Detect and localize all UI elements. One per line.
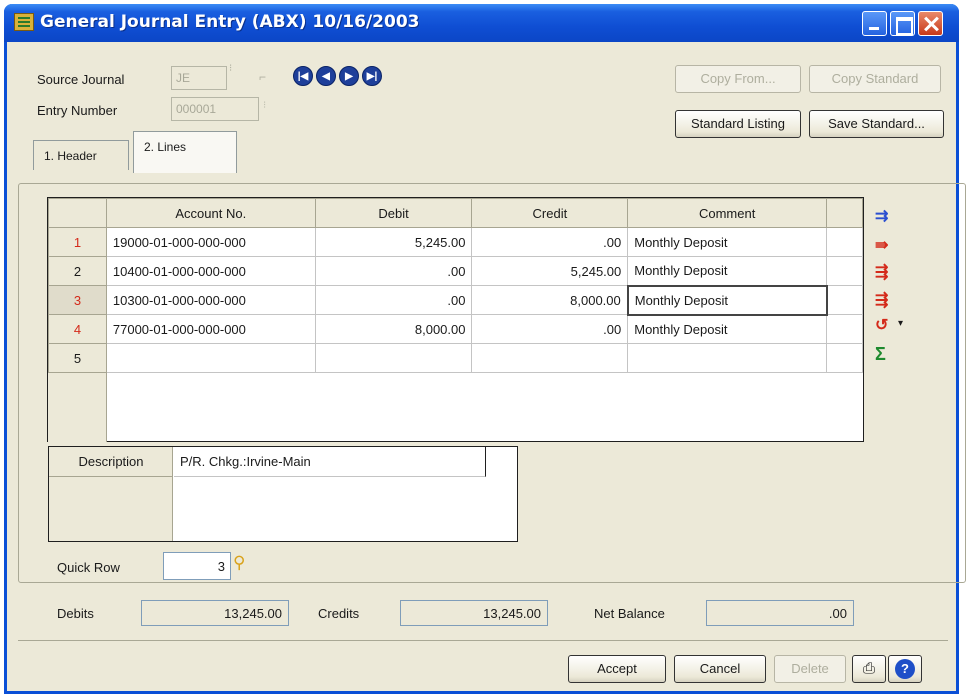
cancel-button[interactable]: Cancel — [674, 655, 766, 683]
journal-lines-grid[interactable]: Account No. Debit Credit Comment 1 19000… — [47, 197, 864, 442]
account-cell[interactable] — [105, 343, 316, 373]
net-balance-total: .00 — [706, 600, 854, 626]
next-record-icon[interactable]: ▶ — [339, 66, 359, 86]
table-row[interactable]: 2 10400-01-000-000-000 .00 5,245.00 Mont… — [48, 256, 863, 286]
lines-table: Account No. Debit Credit Comment 1 19000… — [48, 198, 863, 373]
last-record-icon[interactable]: ▶| — [362, 66, 382, 86]
debit-cell[interactable]: .00 — [314, 256, 473, 286]
delete-row-icon[interactable]: ⇶ — [875, 262, 897, 282]
row-number[interactable]: 3 — [48, 285, 107, 315]
debits-total: 13,245.00 — [141, 600, 289, 626]
table-row[interactable]: 5 — [48, 343, 863, 373]
first-record-icon[interactable]: |◀ — [293, 66, 313, 86]
spacer-cell — [826, 256, 863, 286]
journal-register-icon: ⌐ — [259, 70, 267, 84]
credits-label: Credits — [318, 606, 360, 621]
debits-label: Debits — [57, 606, 94, 621]
account-cell[interactable]: 10400-01-000-000-000 — [105, 256, 316, 286]
entry-number-field: 000001 — [171, 97, 259, 121]
table-row[interactable]: 4 77000-01-000-000-000 8,000.00 .00 Mont… — [48, 314, 863, 344]
window-title: General Journal Entry (ABX) 10/16/2003 — [40, 12, 420, 32]
copy-row-icon[interactable]: ⇶ — [875, 290, 897, 310]
table-row[interactable]: 3 10300-01-000-000-000 .00 8,000.00 Mont… — [48, 284, 863, 316]
source-journal-field: JE — [171, 66, 227, 90]
source-journal-label: Source Journal — [37, 72, 125, 87]
title-bar[interactable]: General Journal Entry (ABX) 10/16/2003 — [4, 4, 959, 42]
delete-button[interactable]: Delete — [774, 655, 846, 683]
account-cell[interactable]: 10300-01-000-000-000 — [105, 285, 316, 315]
row-header-filler — [48, 373, 107, 442]
tab-lines[interactable]: 2. Lines — [133, 131, 237, 173]
row-number[interactable]: 5 — [48, 343, 107, 373]
column-header-account[interactable]: Account No. — [105, 198, 316, 228]
entry-number-label: Entry Number — [37, 103, 118, 118]
source-journal-lookup-icon: ⁝ — [229, 63, 233, 74]
search-icon[interactable]: ⚲ — [233, 553, 245, 573]
net-balance-label: Net Balance — [594, 606, 665, 621]
accept-button[interactable]: Accept — [568, 655, 666, 683]
credit-cell[interactable]: 8,000.00 — [471, 285, 629, 315]
column-header-debit[interactable]: Debit — [314, 198, 473, 228]
account-cell[interactable]: 77000-01-000-000-000 — [105, 314, 316, 344]
description-value[interactable]: P/R. Chkg.:Irvine-Main — [174, 447, 486, 477]
close-button[interactable] — [918, 11, 943, 36]
debit-cell[interactable]: 5,245.00 — [314, 227, 473, 257]
row-number[interactable]: 4 — [48, 314, 107, 344]
quick-row-label: Quick Row — [57, 560, 120, 575]
row-header-corner — [48, 198, 107, 228]
debit-cell[interactable]: 8,000.00 — [314, 314, 473, 344]
column-header-spacer — [826, 198, 863, 228]
journal-app-icon — [14, 13, 34, 31]
spacer-cell — [826, 343, 863, 373]
insert-row-icon[interactable]: ⇉ — [875, 206, 897, 226]
spacer-cell — [826, 314, 863, 344]
print-icon[interactable]: ⎙ — [852, 655, 886, 683]
undo-dropdown-icon[interactable]: ▾ — [898, 318, 903, 329]
credit-cell[interactable]: 5,245.00 — [471, 256, 629, 286]
sum-icon[interactable]: Σ — [875, 344, 897, 364]
comment-cell[interactable] — [627, 343, 828, 373]
maximize-button[interactable] — [890, 11, 915, 36]
entry-number-lookup-icon: ⁝ — [263, 100, 267, 111]
table-row[interactable]: 1 19000-01-000-000-000 5,245.00 .00 Mont… — [48, 227, 863, 257]
credits-total: 13,245.00 — [400, 600, 548, 626]
append-row-icon[interactable]: ⇛ — [875, 235, 897, 255]
copy-standard-button[interactable]: Copy Standard — [809, 65, 941, 93]
comment-cell[interactable]: Monthly Deposit — [627, 227, 828, 257]
row-number[interactable]: 2 — [48, 256, 107, 286]
account-cell[interactable]: 19000-01-000-000-000 — [105, 227, 316, 257]
comment-cell-active[interactable]: Monthly Deposit — [626, 284, 828, 316]
spacer-cell — [826, 227, 863, 257]
credit-cell[interactable]: .00 — [471, 314, 629, 344]
credit-cell[interactable] — [471, 343, 629, 373]
credit-cell[interactable]: .00 — [471, 227, 629, 257]
description-label: Description — [49, 447, 173, 477]
comment-cell[interactable]: Monthly Deposit — [627, 314, 828, 344]
minimize-button[interactable] — [862, 11, 887, 36]
undo-icon[interactable]: ↺ — [875, 315, 897, 335]
comment-cell[interactable]: Monthly Deposit — [627, 256, 828, 286]
spacer-cell — [826, 285, 863, 315]
description-box: Description P/R. Chkg.:Irvine-Main — [48, 446, 518, 542]
help-icon[interactable]: ? — [888, 655, 922, 683]
column-header-comment[interactable]: Comment — [627, 198, 828, 228]
debit-cell[interactable]: .00 — [314, 285, 473, 315]
quick-row-input[interactable]: 3 — [163, 552, 231, 580]
previous-record-icon[interactable]: ◀ — [316, 66, 336, 86]
save-standard-button[interactable]: Save Standard... — [809, 110, 944, 138]
copy-from-button[interactable]: Copy From... — [675, 65, 801, 93]
row-number[interactable]: 1 — [48, 227, 107, 257]
debit-cell[interactable] — [314, 343, 473, 373]
standard-listing-button[interactable]: Standard Listing — [675, 110, 801, 138]
tab-header[interactable]: 1. Header — [33, 140, 129, 170]
footer-divider — [18, 640, 948, 641]
column-header-credit[interactable]: Credit — [471, 198, 629, 228]
